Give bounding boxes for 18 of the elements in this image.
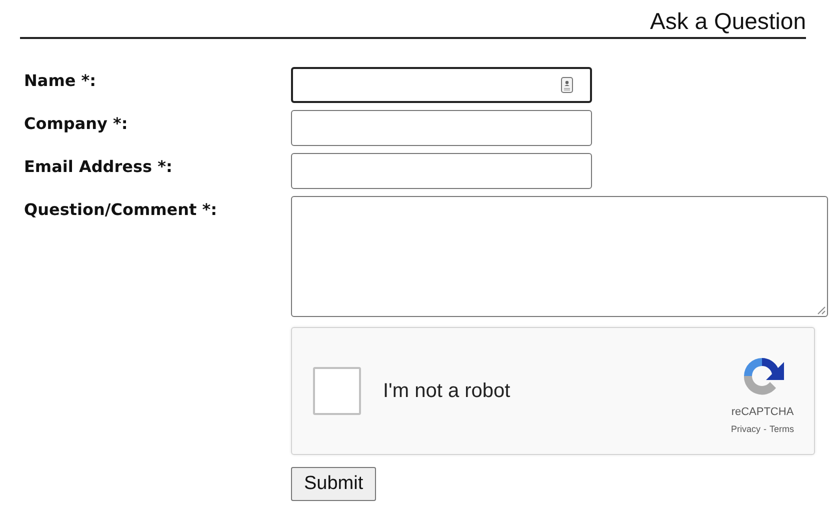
field-label: Company *:	[24, 113, 129, 135]
terms-link[interactable]: Terms	[770, 422, 794, 436]
text-field[interactable]	[291, 110, 592, 146]
captcha-checkbox[interactable]	[313, 367, 361, 415]
field-label: Email Address *:	[24, 156, 174, 178]
link-separator: -	[764, 422, 766, 436]
captcha-label: I'm not a robot	[383, 379, 512, 404]
text-field[interactable]	[291, 67, 592, 103]
resize-handle-icon[interactable]	[816, 305, 826, 315]
comment-field[interactable]	[291, 196, 828, 317]
captcha-brand: reCAPTCHA	[731, 405, 794, 420]
page-title: Ask a Question	[650, 7, 806, 36]
submit-button[interactable]: Submit	[291, 467, 376, 501]
contact-card-icon[interactable]	[561, 77, 573, 93]
privacy-link[interactable]: Privacy	[730, 422, 760, 436]
field-label: Name *:	[24, 70, 98, 92]
text-field[interactable]	[291, 153, 592, 189]
field-label: Question/Comment *:	[24, 199, 218, 221]
